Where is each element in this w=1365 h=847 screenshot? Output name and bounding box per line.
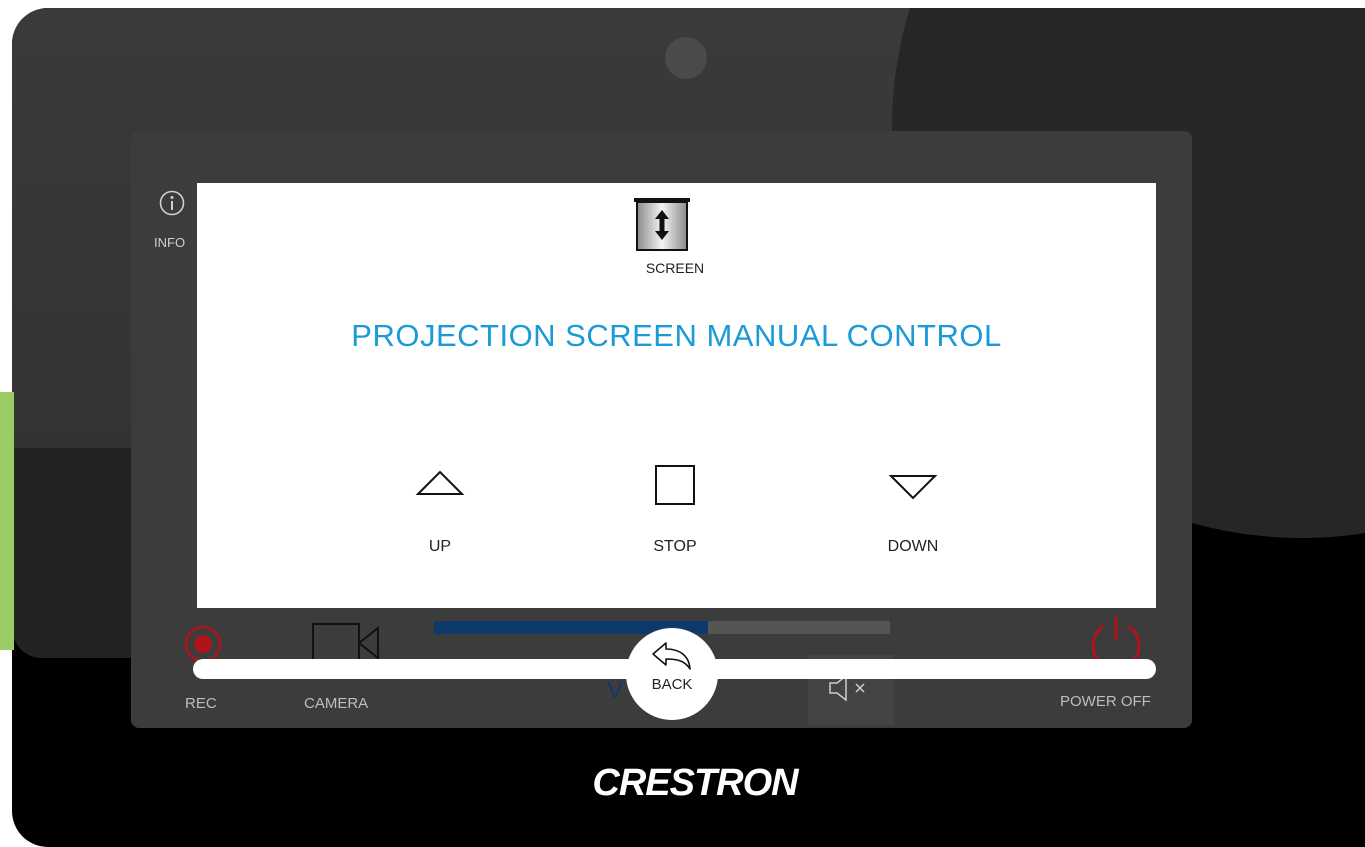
up-label: UP	[428, 538, 452, 555]
screen-label: SCREEN	[645, 260, 705, 276]
info-icon[interactable]	[159, 190, 185, 216]
screen-stop-button[interactable]: STOP	[615, 456, 735, 566]
record-icon[interactable]	[184, 625, 222, 663]
triangle-down-icon	[888, 475, 938, 500]
device-camera-lens	[665, 37, 707, 79]
status-light-strip	[0, 392, 14, 650]
power-off-label: POWER OFF	[1060, 693, 1151, 710]
stop-label: STOP	[653, 538, 697, 555]
triangle-up-icon	[415, 470, 465, 495]
record-label: REC	[185, 695, 217, 712]
crestron-logo: CRESTRON	[592, 762, 798, 804]
down-label: DOWN	[887, 538, 939, 555]
screen-up-button[interactable]: UP	[380, 456, 500, 566]
camera-label: CAMERA	[304, 695, 369, 712]
projection-screen-icon	[634, 198, 690, 251]
info-label: INFO	[154, 235, 186, 250]
volume-label: V	[607, 677, 624, 704]
back-arrow-icon	[652, 642, 691, 670]
back-button[interactable]: BACK	[626, 628, 718, 720]
back-label: BACK	[651, 676, 693, 693]
modal-title: PROJECTION SCREEN MANUAL CONTROL	[351, 318, 1002, 353]
screen-down-button[interactable]: DOWN	[853, 456, 973, 566]
square-stop-icon	[655, 465, 695, 505]
